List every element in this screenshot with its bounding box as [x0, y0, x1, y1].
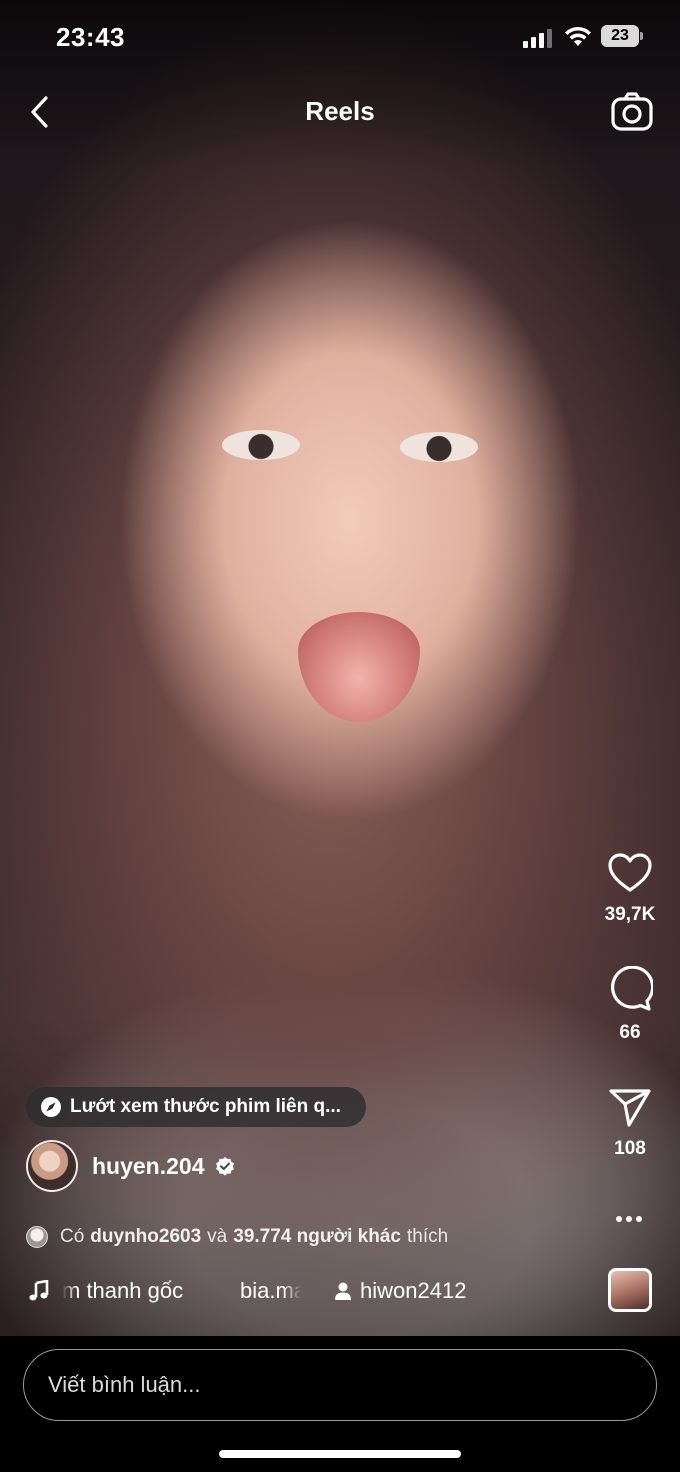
- like-count: 39,7K: [604, 904, 656, 925]
- audio-title: m thanh gốc: [62, 1278, 184, 1303]
- audio-owner: bia.ma: [240, 1278, 302, 1303]
- liked-by-others[interactable]: 39.774 người khác: [233, 1226, 401, 1248]
- compass-icon: [41, 1097, 61, 1117]
- paper-plane-icon: [609, 1089, 651, 1127]
- wifi-icon: [565, 26, 591, 46]
- music-note-icon: [29, 1280, 49, 1301]
- cellular-signal-icon: [523, 28, 553, 48]
- audio-title-marquee[interactable]: m thanh gốc bia.ma: [62, 1276, 302, 1306]
- camera-icon[interactable]: [610, 90, 654, 134]
- like-button[interactable]: 39,7K: [590, 852, 670, 926]
- avatar[interactable]: [26, 1140, 78, 1192]
- liked-by-row[interactable]: Có duynho2603 và 39.774 người khác thích: [26, 1225, 448, 1249]
- audio-cover-thumbnail[interactable]: [608, 1268, 652, 1312]
- audio-row: m thanh gốc bia.ma hiwon2412: [28, 1276, 588, 1306]
- battery-icon: 23: [601, 25, 643, 47]
- liked-by-suffix: thích: [406, 1226, 449, 1247]
- video-subject-mouth: [298, 612, 420, 722]
- comment-count: 66: [619, 1022, 641, 1043]
- comment-input[interactable]: [23, 1349, 657, 1421]
- comment-button[interactable]: 66: [590, 966, 670, 1044]
- author-username[interactable]: huyen.204: [92, 1153, 205, 1180]
- video-subject-eye: [222, 430, 300, 460]
- reels-header: Reels: [0, 84, 680, 140]
- heart-icon: [608, 853, 652, 892]
- verified-badge-icon: [215, 1157, 234, 1176]
- share-count: 108: [614, 1138, 646, 1159]
- share-button[interactable]: 108: [590, 1088, 670, 1160]
- video-subject-eye: [400, 432, 478, 462]
- reels-screen: 23:43 23 Reels 39,7K 66 108 Lướt xem thư…: [0, 0, 680, 1472]
- page-title: Reels: [305, 96, 375, 126]
- person-icon: [335, 1282, 351, 1300]
- status-bar: 23:43 23: [0, 0, 680, 74]
- liked-by-prefix: Có: [60, 1226, 85, 1247]
- tagged-user[interactable]: hiwon2412: [360, 1278, 466, 1304]
- more-horizontal-icon[interactable]: [606, 1204, 652, 1234]
- status-time: 23:43: [56, 22, 125, 52]
- related-reels-chip[interactable]: Lướt xem thước phim liên q...: [26, 1087, 366, 1127]
- reel-video[interactable]: [0, 0, 680, 1336]
- battery-level: 23: [601, 25, 639, 47]
- speech-bubble-icon: [611, 966, 653, 1011]
- home-indicator[interactable]: [219, 1450, 461, 1458]
- liked-by-user[interactable]: duynho2603: [90, 1226, 201, 1248]
- author-row: huyen.204: [26, 1140, 235, 1192]
- liked-by-and: và: [207, 1226, 228, 1247]
- related-reels-label: Lướt xem thước phim liên q...: [70, 1096, 341, 1117]
- liker-avatar: [26, 1226, 48, 1248]
